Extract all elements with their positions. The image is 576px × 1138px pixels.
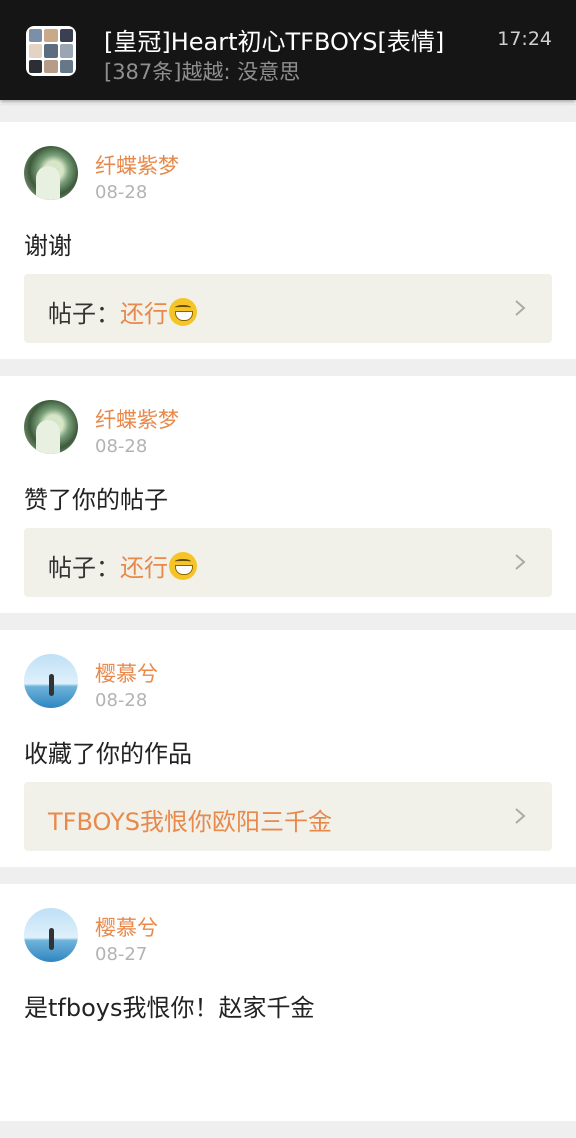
message-date: 08-27 [95,944,148,965]
message-content: 赞了你的帖子 [24,486,168,514]
ref-prefix: 帖子： [48,300,120,328]
message-date: 08-28 [95,182,148,203]
username[interactable]: 纤蝶紫梦 [95,150,179,180]
referenced-post[interactable]: 帖子：还行 [24,528,552,597]
group-avatar-tile [59,59,73,73]
username[interactable]: 樱慕兮 [95,658,158,688]
chevron-right-icon [515,808,526,824]
ref-prefix: 帖子： [48,554,120,582]
avatar[interactable] [24,146,78,200]
notification-title: [皇冠]Heart初心TFBOYS[表情] [104,28,445,56]
group-avatar [26,26,76,76]
group-avatar-tile [44,59,58,73]
notification-time: 17:24 [497,28,552,50]
group-avatar-tile [59,29,73,43]
username[interactable]: 纤蝶紫梦 [95,404,179,434]
chevron-right-icon [515,300,526,316]
avatar[interactable] [24,908,78,962]
group-avatar-tile [44,44,58,58]
group-avatar-tile [29,29,43,43]
grin-emoji-icon [169,298,197,326]
ref-text: 还行 [120,554,168,582]
referenced-post[interactable]: 帖子：还行 [24,274,552,343]
message-content: 是tfboys我恨你！赵家千金 [24,994,315,1022]
message-card[interactable]: 纤蝶紫梦 08-28 谢谢 帖子：还行 [0,122,576,359]
message-date: 08-28 [95,690,148,711]
message-card[interactable]: 纤蝶紫梦 08-28 赞了你的帖子 帖子：还行 [0,376,576,613]
message-card[interactable]: 樱慕兮 08-27 是tfboys我恨你！赵家千金 [0,884,576,1121]
group-avatar-tile [44,29,58,43]
notification-banner[interactable]: [皇冠]Heart初心TFBOYS[表情] [387条]越越: 没意思 17:2… [0,0,576,100]
message-content: 收藏了你的作品 [24,740,192,768]
message-date: 08-28 [95,436,148,457]
ref-text: TFBOYS我恨你欧阳三千金 [48,808,332,836]
username[interactable]: 樱慕兮 [95,912,158,942]
avatar[interactable] [24,400,78,454]
group-avatar-tile [29,44,43,58]
group-avatar-tile [59,44,73,58]
message-content: 谢谢 [24,232,72,260]
avatar[interactable] [24,654,78,708]
message-list: 纤蝶紫梦 08-28 谢谢 帖子：还行 纤蝶紫梦 08-28 赞了你的帖子 帖子… [0,122,576,1138]
chevron-right-icon [515,554,526,570]
group-avatar-tile [29,59,43,73]
referenced-work[interactable]: TFBOYS我恨你欧阳三千金 [24,782,552,851]
ref-text: 还行 [120,300,168,328]
message-card[interactable]: 樱慕兮 08-28 收藏了你的作品 TFBOYS我恨你欧阳三千金 [0,630,576,867]
notification-message: [387条]越越: 没意思 [104,60,301,84]
grin-emoji-icon [169,552,197,580]
